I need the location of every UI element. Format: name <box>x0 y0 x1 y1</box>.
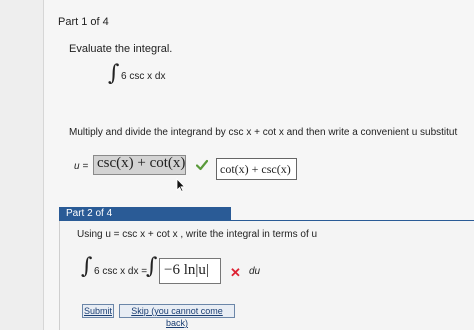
part2-heading: Part 2 of 4 <box>66 208 113 219</box>
integral-sign: ∫ <box>108 61 120 86</box>
correct-answer-value: cot(x) + csc(x) <box>220 162 291 176</box>
check-icon <box>196 159 208 171</box>
differential-du: du <box>249 266 261 277</box>
part1-instruction: Evaluate the integral. <box>69 43 173 55</box>
wrong-x-icon: ✕ <box>230 265 241 280</box>
skip-button[interactable]: Skip (you cannot come back) <box>119 304 235 328</box>
u-answer-value: csc(x) + cot(x) <box>97 155 186 171</box>
integral-sign-2: ∫ <box>146 254 158 279</box>
mouse-cursor-icon <box>176 178 186 192</box>
integral-expression: 6 csc x dx = <box>94 266 148 277</box>
integral-expression: 6 csc x dx <box>121 71 166 82</box>
part2-instruction: Using u = csc x + cot x , write the inte… <box>77 229 318 240</box>
submit-button[interactable]: Submit <box>82 304 114 318</box>
part1-heading: Part 1 of 4 <box>58 16 109 28</box>
multiply-instruction: Multiply and divide the integrand by csc… <box>69 127 458 138</box>
integral-answer-value: −6 ln|u| <box>164 262 209 278</box>
part2-header-line <box>231 220 474 221</box>
u-label: u = <box>74 161 89 172</box>
integral-sign: ∫ <box>81 254 93 279</box>
